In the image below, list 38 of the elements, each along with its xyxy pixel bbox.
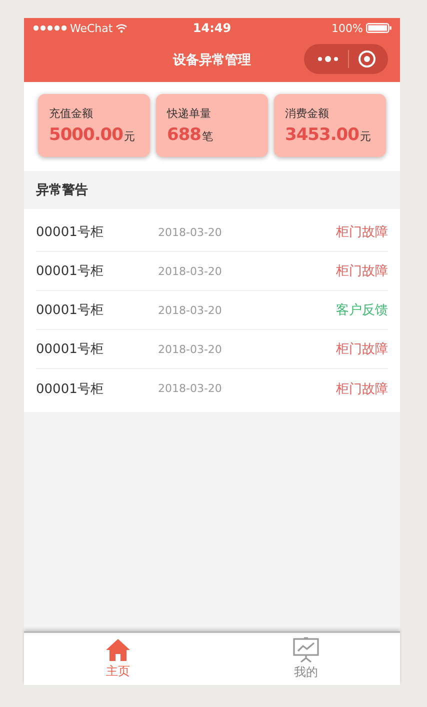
alert-status: 柜门故障 (336, 263, 388, 280)
stat-value: 688 (167, 125, 201, 145)
cabinet-name: 00001号柜 (36, 263, 104, 280)
cabinet-name: 00001号柜 (36, 302, 104, 319)
battery-percent: 100% (332, 22, 363, 34)
cabinet-name: 00001号柜 (36, 341, 104, 358)
stat-label: 充值金额 (49, 106, 94, 121)
alert-date: 2018-03-20 (158, 304, 223, 316)
alert-date: 2018-03-20 (158, 226, 223, 238)
alert-status: 客户反馈 (336, 302, 388, 319)
stat-value: 3453.00 (285, 125, 359, 145)
status-time: 14:49 (192, 21, 232, 35)
stat-value: 5000.00 (49, 125, 123, 145)
page-title: 设备异常管理 (173, 52, 251, 69)
alert-date: 2018-03-20 (158, 342, 223, 356)
wifi-icon (116, 24, 127, 32)
stat-label: 消费金额 (285, 106, 330, 121)
alert-status: 柜门故障 (336, 224, 388, 241)
presentation-chart-icon[interactable] (292, 637, 320, 663)
house-icon[interactable] (105, 638, 131, 662)
cabinet-name: 00001号柜 (36, 224, 104, 241)
alert-status: 柜门故障 (336, 380, 388, 398)
alert-status: 柜门故障 (336, 341, 388, 358)
section-title: 异常警告 (36, 182, 88, 199)
more-icon[interactable] (316, 55, 338, 63)
stat-label: 快递单量 (167, 106, 212, 121)
signal-icon (33, 25, 67, 31)
cabinet-name: 00001号柜 (36, 380, 104, 398)
tab-item[interactable]: 主页 (24, 633, 212, 685)
stat-unit: 元 (124, 129, 135, 144)
tab-item[interactable]: 我的 (212, 633, 400, 685)
capsule-menu[interactable] (304, 44, 388, 74)
stat-unit: 笔 (202, 129, 213, 144)
stat-unit: 元 (360, 129, 371, 144)
carrier-name: WeChat (70, 22, 113, 34)
alert-date: 2018-03-20 (158, 264, 223, 278)
alert-date: 2018-03-20 (158, 382, 223, 395)
battery-icon (366, 23, 392, 33)
